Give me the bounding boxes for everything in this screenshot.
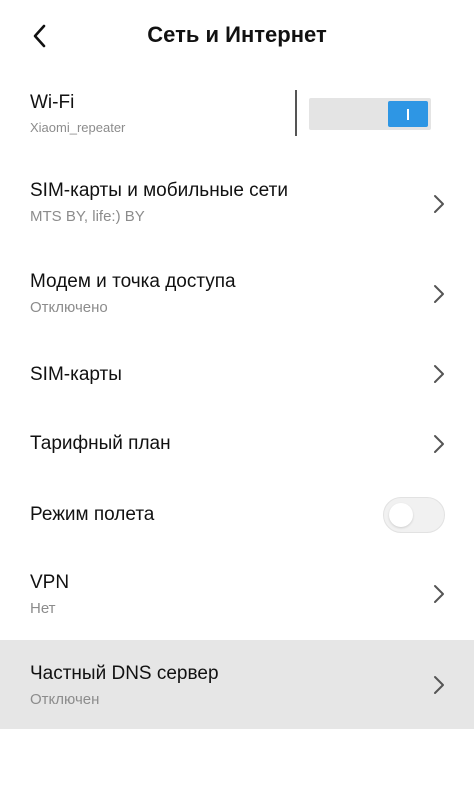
page-title: Сеть и Интернет [147, 22, 327, 47]
wifi-network-name: Xiaomi_repeater [30, 120, 126, 135]
row-subtitle: MTS BY, life:) BY [30, 208, 145, 225]
row-title: SIM-карты [30, 364, 122, 385]
wifi-label: Wi-Fi [30, 92, 75, 113]
settings-row-private-dns[interactable]: Частный DNS сервер Отключен [0, 640, 474, 729]
row-title: Частный DNS сервер [30, 663, 219, 684]
chevron-right-icon [434, 676, 444, 694]
settings-row-tariff-plan[interactable]: Тарифный план [0, 410, 474, 480]
settings-row-sim-cards[interactable]: SIM-карты [0, 340, 474, 410]
wifi-toggle[interactable] [309, 98, 431, 130]
row-title: Режим полета [30, 504, 155, 525]
chevron-right-icon [434, 195, 444, 213]
wifi-divider [295, 90, 297, 136]
chevron-right-icon [434, 285, 444, 303]
row-title: SIM-карты и мобильные сети [30, 180, 288, 201]
toggle-on-mark-icon [407, 108, 409, 120]
row-subtitle: Отключен [30, 691, 100, 708]
settings-row-vpn[interactable]: VPN Нет [0, 552, 474, 638]
switch-knob [389, 503, 413, 527]
row-title: VPN [30, 572, 70, 593]
chevron-right-icon [434, 585, 444, 603]
row-subtitle: Нет [30, 600, 56, 617]
settings-row-sim-networks[interactable]: SIM-карты и мобильные сети MTS BY, life:… [0, 160, 474, 248]
settings-row-tethering[interactable]: Модем и точка доступа Отключено [0, 250, 474, 338]
row-subtitle: Отключено [30, 299, 108, 316]
row-title: Модем и точка доступа [30, 271, 236, 292]
row-title: Тарифный план [30, 433, 171, 454]
wifi-toggle-knob [388, 101, 428, 127]
chevron-right-icon [434, 435, 444, 453]
chevron-right-icon [434, 365, 444, 383]
airplane-mode-switch[interactable] [383, 497, 445, 533]
top-app-bar: Сеть и Интернет [0, 0, 474, 72]
